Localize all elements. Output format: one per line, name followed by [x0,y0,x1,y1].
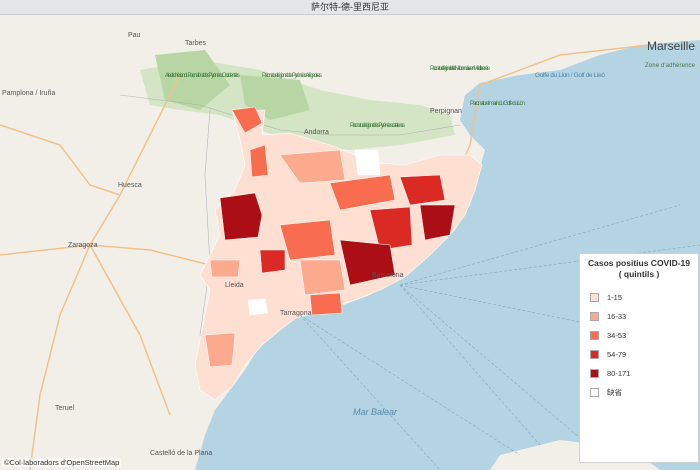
label-barcelona: Barcelona [372,272,404,279]
label-golfe-du-lion: Golfe du Lion / Golf de Lleó [535,72,605,79]
legend-label: 缺省 [607,388,622,397]
label-pamplona: Pamplona / Iruña [2,90,55,97]
window-title: 萨尔特-德-里西尼亚 [0,0,700,15]
legend-label: 54-79 [607,350,627,359]
legend-swatch [590,312,599,321]
label-lleida: Lleida [225,282,244,289]
legend-item: 80-171 [580,364,698,383]
label-park-ariegeoises: Parc naturel régional des Pyrénées Ariég… [262,73,322,79]
municipality[interactable] [419,204,456,241]
municipality[interactable] [279,219,336,261]
municipality[interactable] [299,259,346,296]
legend-label: 34-53 [607,331,627,340]
legend-label: 16-33 [607,312,627,321]
legend-swatch [590,293,599,302]
label-park-adherence: Zone d'adhérence [645,63,696,69]
legend-item: 54-79 [580,345,698,364]
municipality[interactable] [249,144,269,178]
label-park-catalanes: Parc naturel régional des Pyrénées catal… [350,123,405,129]
label-castellon: Castelló de la Plana [150,450,212,457]
legend-item: 缺省 [580,383,698,402]
label-mar-balear: Mar Balear [353,407,398,417]
label-tarbes: Tarbes [185,40,207,47]
legend-swatch [590,369,599,378]
legend-title: Casos positius COVID-19 ( quintils ) [587,258,691,279]
legend-label: 80-171 [607,369,631,378]
legend-swatch [590,388,599,397]
map-attribution[interactable]: ©Col·laboradors d'OpenStreetMap [2,458,122,467]
label-park-narbonnaise: Parc naturel régional de la Narbonnaise … [430,66,491,72]
legend-swatch [590,350,599,359]
label-marseille: Marseille [647,39,695,53]
municipality[interactable] [309,292,343,316]
legend-swatch [590,331,599,340]
label-pau: Pau [128,32,141,39]
legend-item: 16-33 [580,307,698,326]
municipality[interactable] [354,149,381,176]
legend-item: 1-15 [580,288,698,307]
municipality[interactable] [204,332,236,368]
legend-panel: Casos positius COVID-19 ( quintils ) 1-1… [579,253,699,463]
legend-label: 1-15 [607,293,623,302]
municipality[interactable] [247,298,269,316]
label-tarragona: Tarragona [280,310,312,317]
label-andorra: Andorra [304,129,329,136]
label-park-occidentales: Aire d'adhésion du Parc national des Pyr… [165,73,240,79]
label-huesca: Huesca [118,182,142,189]
label-perpignan: Perpignan [430,108,462,115]
municipality[interactable] [259,249,286,274]
label-zaragoza: Zaragoza [68,242,98,249]
label-park-marin: Parc naturel marin du Golfe du Lion [470,101,525,107]
legend-item: 34-53 [580,326,698,345]
municipality[interactable] [209,259,241,278]
municipality[interactable] [219,192,263,241]
label-teruel: Teruel [55,405,75,412]
